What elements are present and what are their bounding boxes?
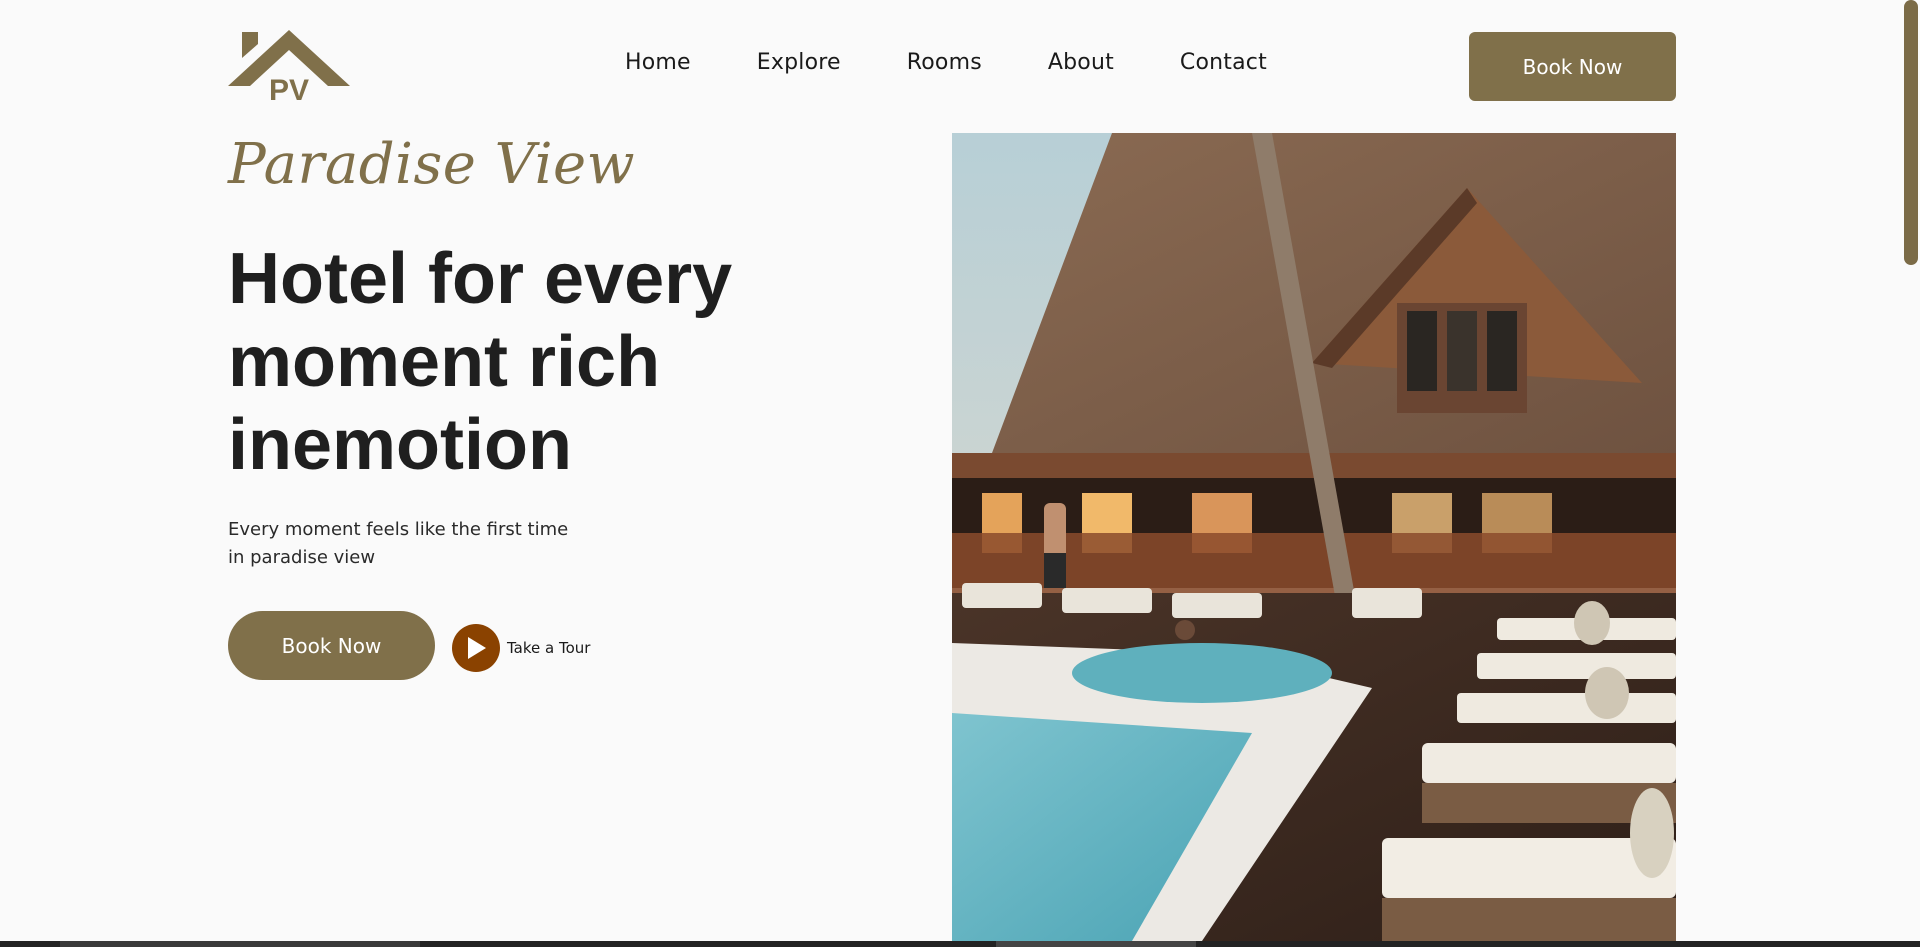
hero-subtext: Every moment feels like the first time i…: [228, 516, 588, 572]
nav-contact[interactable]: Contact: [1180, 50, 1267, 75]
hero-subtext-line2: in paradise view: [228, 547, 376, 568]
nav-explore[interactable]: Explore: [757, 50, 841, 75]
brand-script-title: Paradise View: [228, 132, 636, 197]
nav-about[interactable]: About: [1048, 50, 1114, 75]
nav-rooms[interactable]: Rooms: [907, 50, 982, 75]
bottom-strip-segment: [60, 941, 420, 947]
logo-chimney-icon: [242, 32, 258, 58]
hero-subtext-line1: Every moment feels like the first time: [228, 519, 569, 540]
take-a-tour-link[interactable]: Take a Tour: [452, 624, 590, 672]
take-a-tour-label: Take a Tour: [507, 639, 591, 657]
scrollbar-thumb[interactable]: [1904, 0, 1918, 265]
logo-text: PV: [269, 74, 309, 104]
header-book-now-button[interactable]: Book Now: [1469, 32, 1676, 101]
site-header: PV Home Explore Rooms About Contact Book…: [0, 0, 1920, 130]
hotel-pool-photo: [952, 133, 1676, 941]
logo[interactable]: PV: [228, 30, 350, 104]
bottom-strip-segment: [996, 941, 1196, 947]
nav-home[interactable]: Home: [625, 50, 691, 75]
hero-headline: Hotel for every moment rich inemotion: [228, 239, 733, 485]
play-icon[interactable]: [452, 624, 500, 672]
hero-book-now-button[interactable]: Book Now: [228, 611, 435, 680]
main-nav: Home Explore Rooms About Contact: [625, 50, 1267, 75]
